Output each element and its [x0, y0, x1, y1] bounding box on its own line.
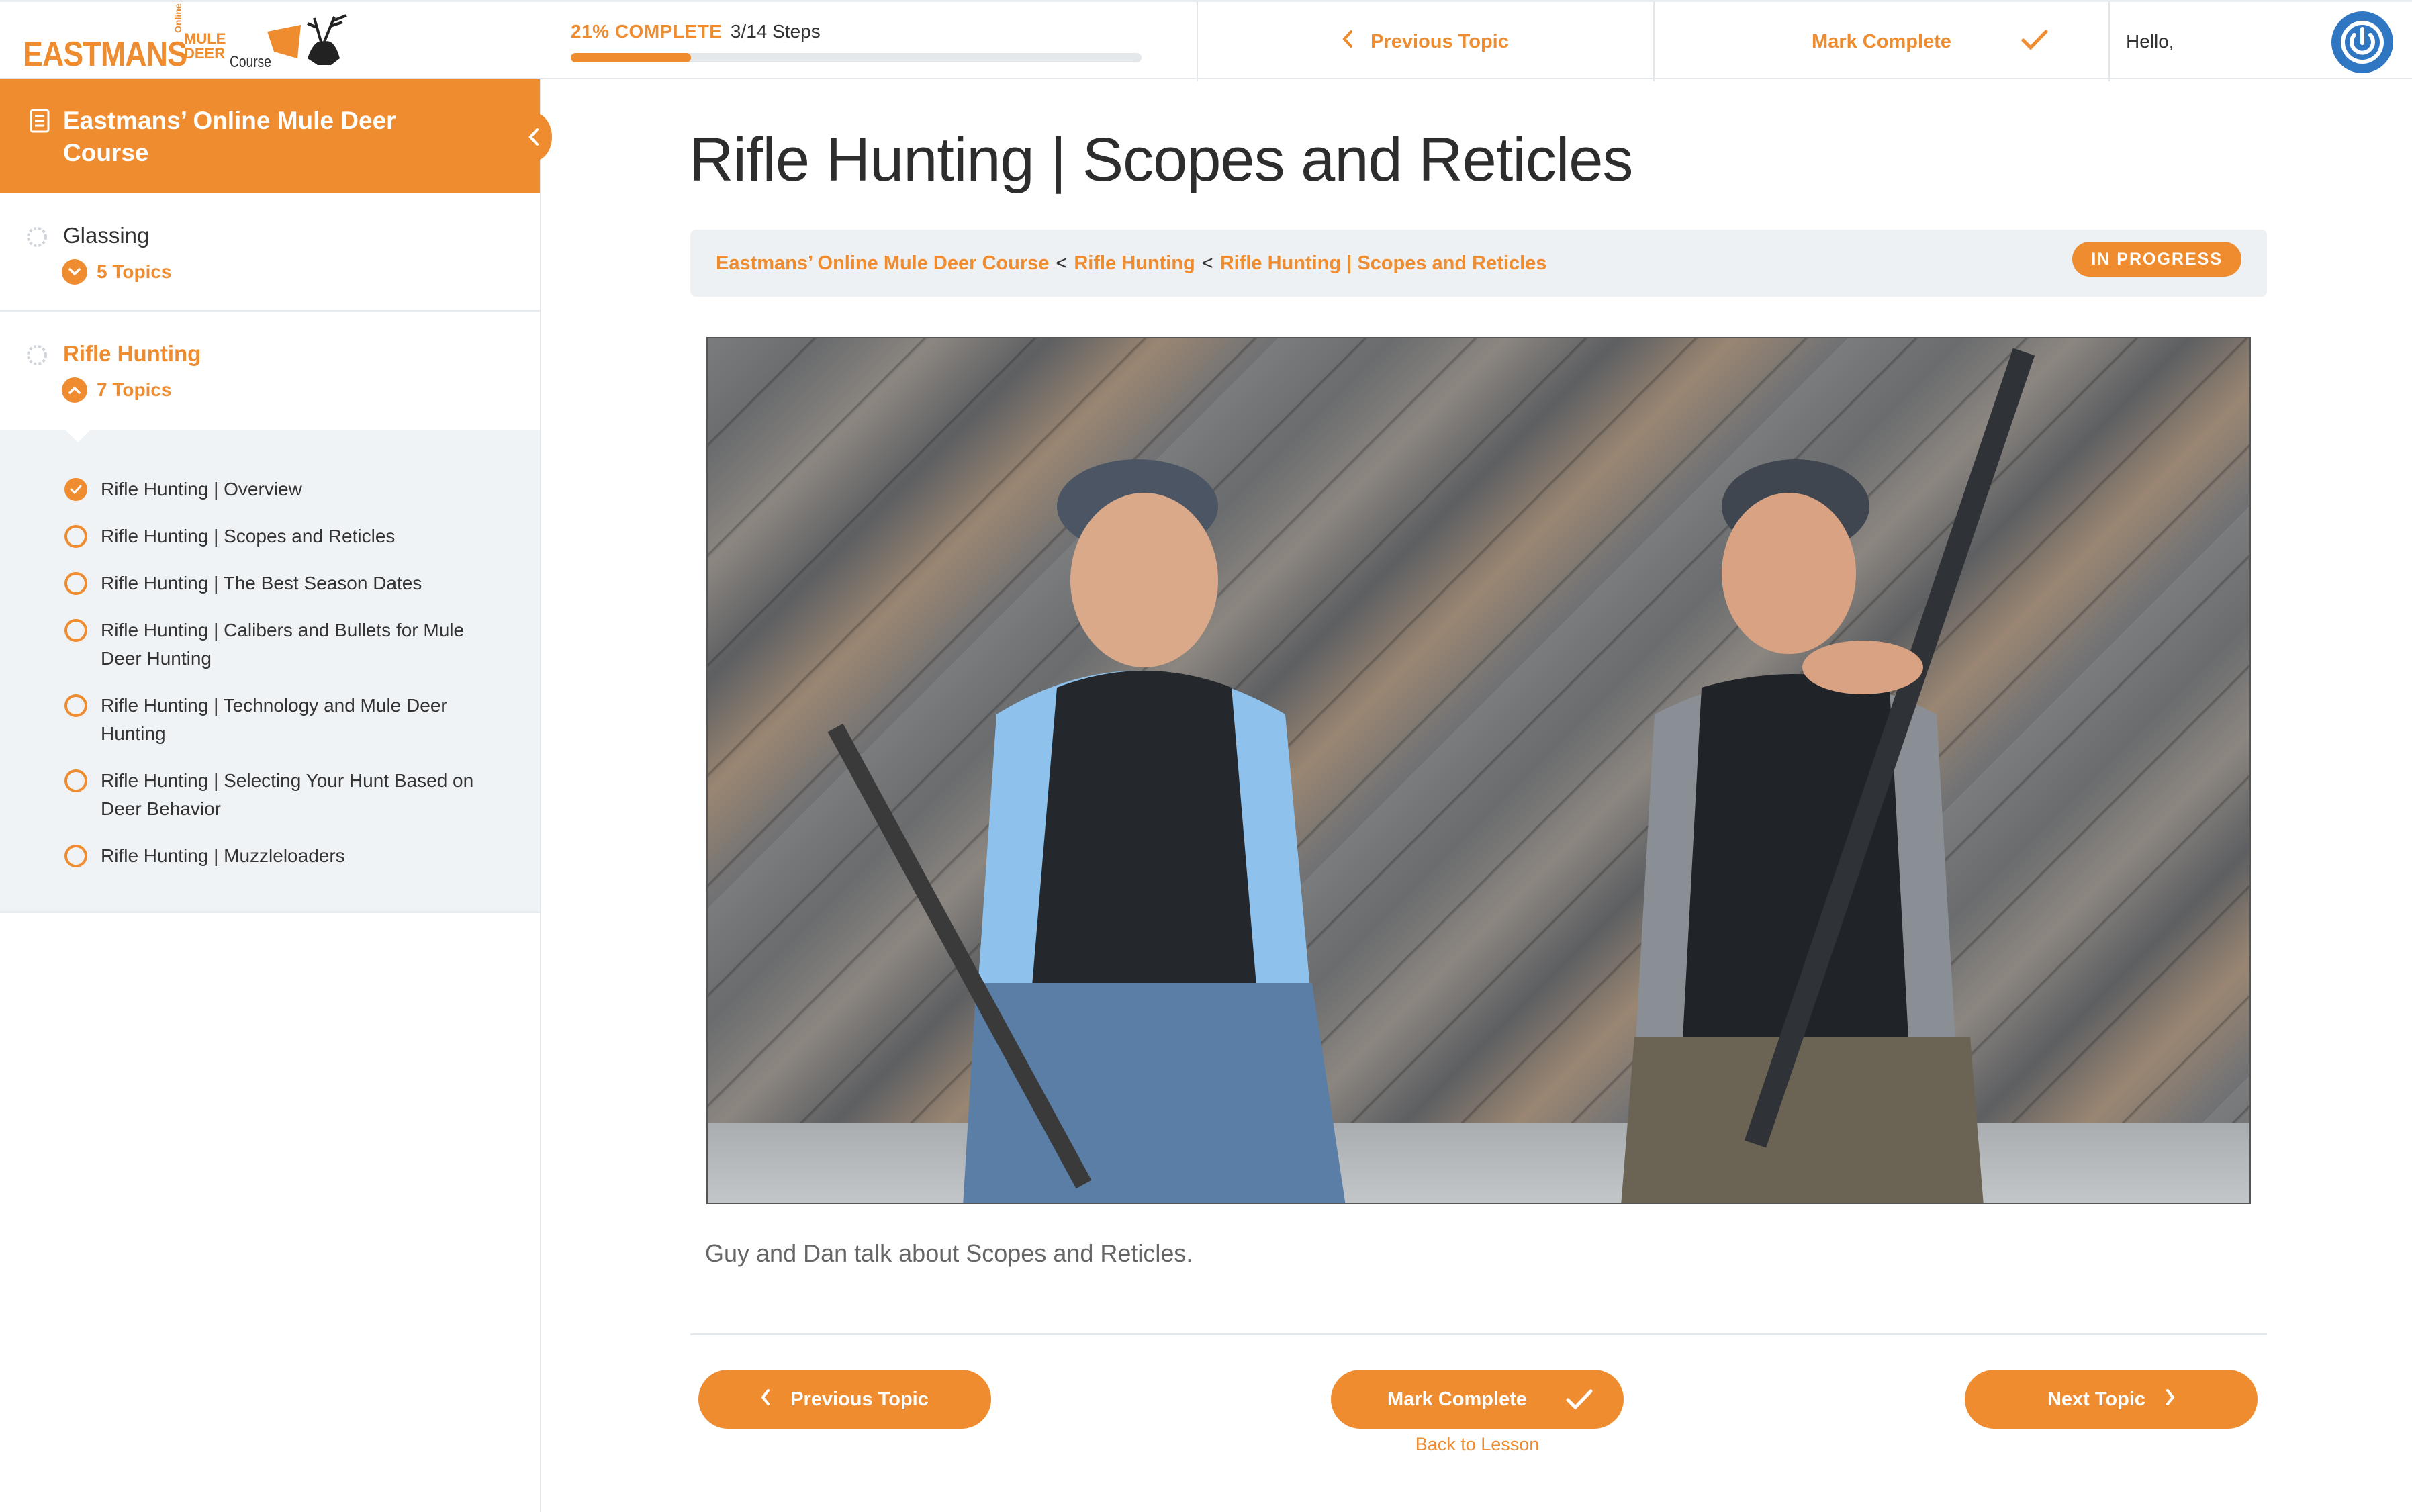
- video-presenters-image: [827, 348, 2035, 1203]
- greeting-text: Hello,: [2126, 31, 2174, 52]
- top-mark-complete-button[interactable]: Mark Complete: [1653, 2, 2108, 81]
- lesson-rifle-hunting[interactable]: Rifle Hunting 7 Topics: [0, 312, 540, 430]
- course-title[interactable]: Eastmans’ Online Mule Deer Course: [63, 105, 466, 169]
- chevron-left-icon: [1342, 30, 1353, 53]
- avatar[interactable]: [2331, 11, 2393, 73]
- course-progress: 21% COMPLETE 3/14 Steps: [571, 21, 1142, 62]
- topic-label: Rifle Hunting | Calibers and Bullets for…: [101, 620, 465, 669]
- video-caption: Guy and Dan talk about Scopes and Reticl…: [705, 1239, 1193, 1267]
- empty-circle-icon: [64, 572, 87, 595]
- top-bar: EASTMANS Online MULE DEER Course 21% COM…: [0, 0, 2412, 81]
- lesson-title: Glassing: [63, 223, 150, 248]
- mark-complete-label: Mark Complete: [1387, 1388, 1527, 1410]
- video-player[interactable]: [706, 337, 2251, 1204]
- lesson-topics-toggle[interactable]: 5 Topics: [62, 259, 172, 285]
- lesson-topics-toggle[interactable]: 7 Topics: [62, 377, 172, 403]
- breadcrumb-lesson[interactable]: Rifle Hunting: [1074, 252, 1195, 274]
- progress-ring-icon: [26, 226, 48, 252]
- breadcrumb-topic[interactable]: Rifle Hunting | Scopes and Reticles: [1220, 252, 1547, 274]
- status-badge: IN PROGRESS: [2072, 242, 2241, 277]
- check-circle-icon: [64, 478, 87, 501]
- breadcrumb-course[interactable]: Eastmans’ Online Mule Deer Course: [716, 252, 1049, 274]
- topic-item-calibers-and-bullets[interactable]: Rifle Hunting | Calibers and Bullets for…: [64, 616, 508, 673]
- next-topic-button[interactable]: Next Topic: [1965, 1370, 2258, 1429]
- previous-topic-button[interactable]: Previous Topic: [698, 1370, 991, 1429]
- lesson-topics-count: 5 Topics: [97, 261, 172, 282]
- topic-item-technology[interactable]: Rifle Hunting | Technology and Mule Deer…: [64, 692, 508, 748]
- topic-item-overview[interactable]: Rifle Hunting | Overview: [64, 475, 508, 504]
- lesson-glassing[interactable]: Glassing 5 Topics: [0, 193, 540, 312]
- logo-mule: MULE: [184, 30, 226, 47]
- progress-bar-fill: [571, 53, 691, 62]
- topic-label: Rifle Hunting | The Best Season Dates: [101, 573, 422, 594]
- chevron-down-icon: [62, 259, 87, 285]
- chevron-up-icon: [62, 377, 87, 403]
- topic-item-scopes-and-reticles[interactable]: Rifle Hunting | Scopes and Reticles: [64, 522, 508, 551]
- logo-wordmark: EASTMANS: [23, 35, 187, 74]
- top-previous-topic-label: Previous Topic: [1371, 30, 1509, 52]
- chevron-left-icon: [528, 128, 539, 146]
- breadcrumb: Eastmans’ Online Mule Deer Course < Rifle …: [716, 252, 1546, 275]
- breadcrumb-separator: <: [1056, 252, 1068, 274]
- topic-label: Rifle Hunting | Scopes and Reticles: [101, 526, 396, 547]
- chevron-right-icon: [2166, 1388, 2175, 1411]
- topic-item-best-season-dates[interactable]: Rifle Hunting | The Best Season Dates: [64, 569, 508, 598]
- checkmark-icon: [1566, 1388, 1593, 1415]
- lesson-topics-count: 7 Topics: [97, 379, 172, 400]
- eastmans-logo[interactable]: EASTMANS Online MULE DEER Course: [20, 3, 356, 74]
- next-topic-label: Next Topic: [2047, 1388, 2146, 1410]
- breadcrumb-bar: Eastmans’ Online Mule Deer Course < Rifle …: [690, 230, 2267, 297]
- mark-complete-button[interactable]: Mark Complete: [1331, 1370, 1624, 1429]
- top-mark-complete-label: Mark Complete: [1812, 30, 1951, 52]
- progress-ring-icon: [26, 344, 48, 370]
- chevron-left-icon: [761, 1388, 770, 1411]
- sidebar-collapse-button[interactable]: [516, 113, 552, 161]
- sidebar-header: Eastmans’ Online Mule Deer Course: [0, 79, 552, 193]
- logo-online: Online: [173, 3, 183, 33]
- panel-notch: [64, 429, 91, 442]
- topic-item-deer-behavior[interactable]: Rifle Hunting | Selecting Your Hunt Base…: [64, 767, 508, 823]
- empty-circle-icon: [64, 619, 87, 642]
- divider: [690, 1333, 2267, 1335]
- empty-circle-icon: [64, 769, 87, 792]
- empty-circle-icon: [64, 845, 87, 867]
- previous-topic-label: Previous Topic: [790, 1388, 929, 1410]
- topic-list: Rifle Hunting | Overview Rifle Hunting |…: [0, 429, 540, 913]
- progress-percent: 21% COMPLETE: [571, 21, 723, 42]
- deer-antler-icon: [267, 14, 347, 65]
- logo-deer: DEER: [184, 45, 226, 62]
- page-title: Rifle Hunting | Scopes and Reticles: [689, 126, 1633, 194]
- lesson-title: Rifle Hunting: [63, 341, 201, 366]
- top-previous-topic-button[interactable]: Previous Topic: [1197, 2, 1653, 81]
- checkmark-icon: [2021, 29, 2048, 56]
- breadcrumb-separator: <: [1201, 252, 1213, 274]
- progress-bar: [571, 53, 1142, 62]
- topic-label: Rifle Hunting | Selecting Your Hunt Base…: [101, 770, 474, 819]
- topic-label: Rifle Hunting | Technology and Mule Deer…: [101, 695, 447, 744]
- progress-steps: 3/14 Steps: [730, 21, 821, 42]
- power-icon: [2341, 21, 2384, 64]
- empty-circle-icon: [64, 525, 87, 548]
- user-menu[interactable]: Hello,: [2108, 2, 2412, 81]
- topic-label: Rifle Hunting | Muzzleloaders: [101, 845, 345, 866]
- empty-circle-icon: [64, 694, 87, 717]
- topic-label: Rifle Hunting | Overview: [101, 479, 302, 500]
- back-to-lesson-link[interactable]: Back to Lesson: [1331, 1434, 1624, 1455]
- course-sidebar: Eastmans’ Online Mule Deer Course Glassi…: [0, 79, 552, 1512]
- document-icon: [30, 109, 50, 136]
- topic-item-muzzleloaders[interactable]: Rifle Hunting | Muzzleloaders: [64, 842, 508, 870]
